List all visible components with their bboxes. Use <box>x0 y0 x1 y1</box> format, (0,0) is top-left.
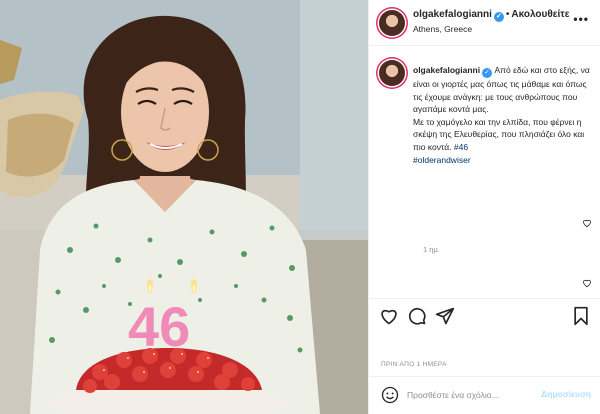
following-button[interactable]: Ακολουθείτε <box>511 9 569 20</box>
caption-avatar[interactable] <box>379 60 405 86</box>
comment-icon[interactable] <box>407 306 427 326</box>
follow-separator: • <box>505 9 510 20</box>
caption-text: olgakefalogianni ✓ Από εδώ και στο εξής, … <box>413 64 591 166</box>
caption-time[interactable]: 1 ημ. <box>423 245 440 254</box>
post-comment-button[interactable]: Δημοσίευση <box>541 389 591 399</box>
comment-input[interactable] <box>407 387 527 403</box>
comment-bar: Δημοσίευση <box>369 376 600 414</box>
header-user-line: olgakefalogianni ✓ • Ακολουθείτε <box>413 9 570 22</box>
action-bar <box>369 298 600 338</box>
comment-like-heart-icon[interactable] <box>582 278 592 288</box>
hashtag-olderandwiser[interactable]: #olderandwiser <box>413 155 471 165</box>
bookmark-icon[interactable] <box>571 306 591 326</box>
hashtag-46[interactable]: #46 <box>454 142 468 152</box>
avatar[interactable] <box>379 10 405 36</box>
post-side-panel: olgakefalogianni ✓ • Ακολουθείτε Athens, Gr… <box>368 0 600 414</box>
caption-username-link[interactable]: olgakefalogianni <box>413 65 480 75</box>
location-link[interactable]: Athens, Greece <box>413 24 472 34</box>
caption-verified-icon: ✓ <box>482 68 493 78</box>
comment-like-heart-icon[interactable] <box>582 218 592 228</box>
more-options-icon[interactable]: ••• <box>573 12 589 26</box>
verified-badge-icon: ✓ <box>493 12 504 22</box>
emoji-icon[interactable] <box>381 386 399 404</box>
photo-illustration: 46 <box>0 0 368 414</box>
username-link[interactable]: olgakefalogianni <box>413 9 492 20</box>
caption-line-2: Με το χαμόγελο και την ελπίδα, που φέρνε… <box>413 116 585 152</box>
share-icon[interactable] <box>435 306 455 326</box>
heart-icon[interactable] <box>379 306 399 326</box>
post-header: olgakefalogianni ✓ • Ακολουθείτε Athens, Gr… <box>369 0 600 46</box>
post-timestamp[interactable]: ΠΡΙΝ ΑΠΟ 1 ΗΜΕΡΑ <box>381 361 447 368</box>
post-photo[interactable]: 46 <box>0 0 368 414</box>
